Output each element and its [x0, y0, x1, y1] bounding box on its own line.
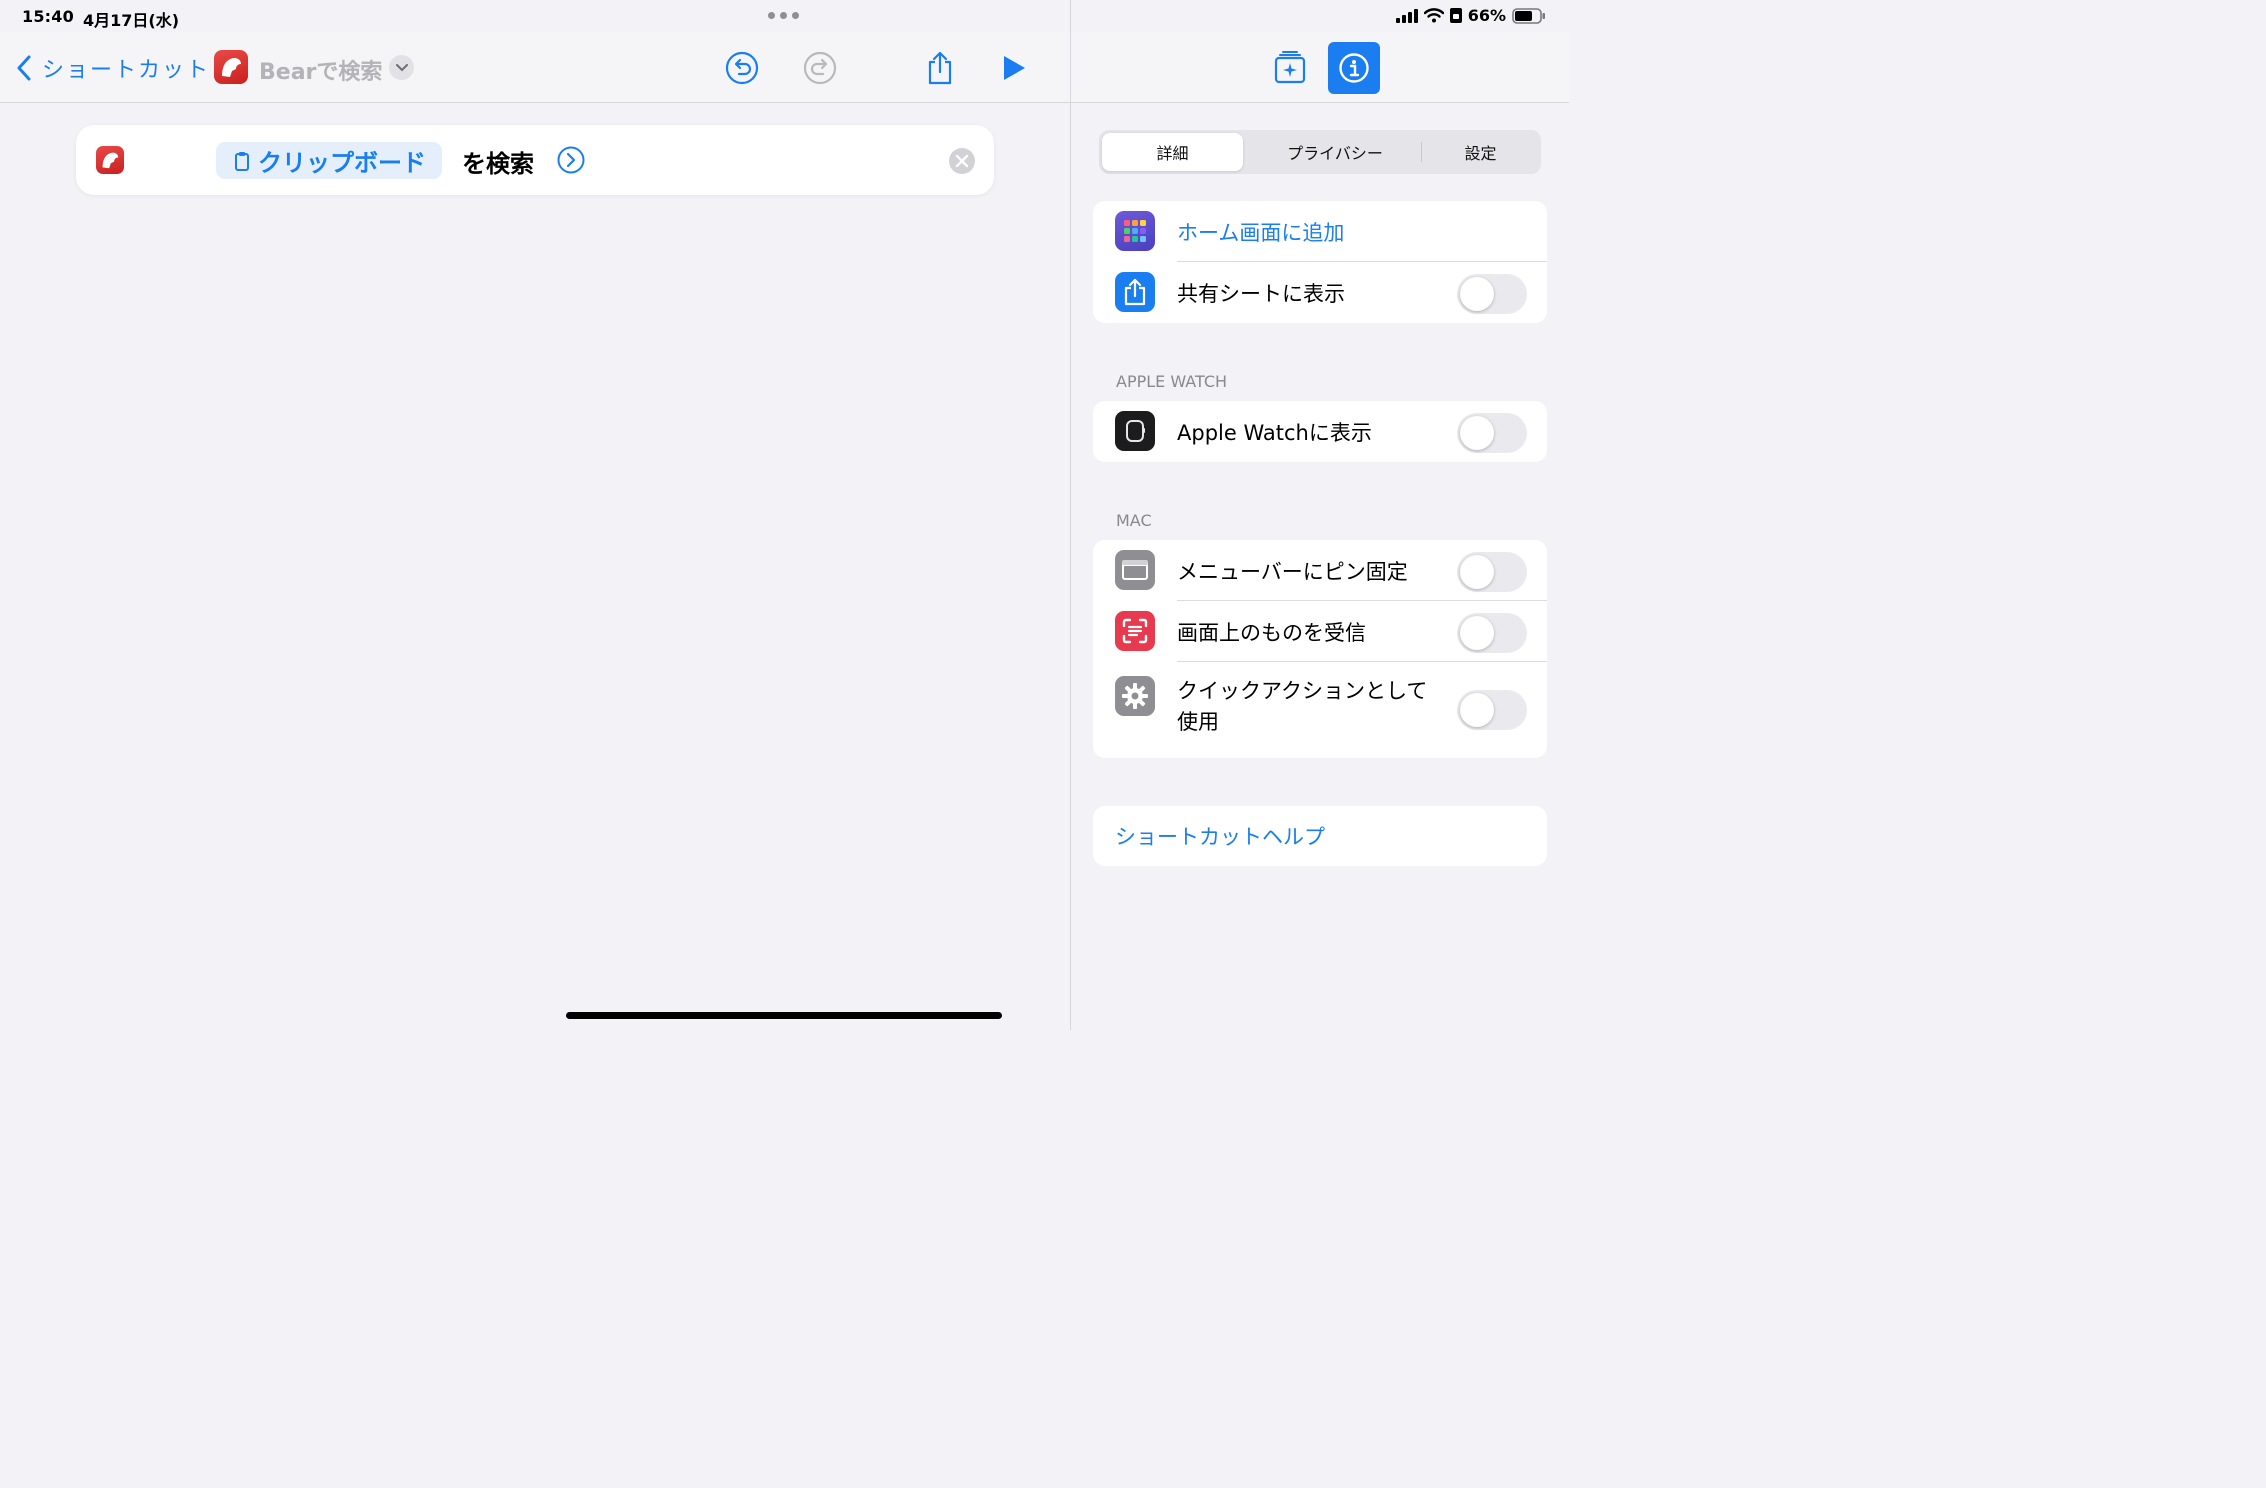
menubar-toggle[interactable] — [1457, 552, 1527, 592]
battery-icon — [1512, 7, 1545, 24]
tab-divider — [1421, 142, 1422, 162]
undo-icon — [725, 51, 759, 85]
receive-onscreen-row: 画面上のものを受信 — [1093, 601, 1547, 662]
undo-button[interactable] — [722, 48, 762, 88]
mac-card: メニューバーにピン固定 画面上のものを受信 クイックアクションとして 使用 — [1093, 540, 1547, 758]
share-button[interactable] — [920, 48, 960, 88]
tab-details[interactable]: 詳細 — [1102, 133, 1243, 171]
chevron-right-circle-icon — [557, 146, 585, 174]
status-indicators: 66% — [1395, 6, 1546, 25]
lock-orientation-icon — [1449, 8, 1462, 23]
add-action-button[interactable] — [1267, 44, 1313, 90]
apple-watch-row: Apple Watchに表示 — [1093, 401, 1547, 462]
menubar-label: メニューバーにピン固定 — [1177, 559, 1408, 584]
quick-action-label-line2: 使用 — [1177, 710, 1219, 734]
multitasking-dots[interactable] — [768, 12, 799, 19]
wifi-icon — [1423, 8, 1444, 23]
add-to-home-screen-row[interactable]: ホーム画面に追加 — [1093, 201, 1547, 262]
onscreen-label: 画面上のものを受信 — [1177, 620, 1366, 645]
onscreen-capture-icon — [1115, 611, 1155, 651]
action-text: を検索 — [462, 150, 534, 178]
run-button[interactable] — [994, 48, 1034, 88]
status-date: 4月17日(水) — [83, 11, 180, 30]
remove-action-button[interactable] — [948, 147, 976, 179]
info-button[interactable] — [1328, 42, 1380, 94]
cellular-signal-icon — [1395, 8, 1418, 23]
onscreen-toggle[interactable] — [1457, 613, 1527, 653]
apple-watch-toggle[interactable] — [1457, 413, 1527, 453]
home-indicator[interactable] — [566, 1012, 1002, 1019]
mac-section-header: MAC — [1116, 511, 1152, 530]
menubar-pin-row: メニューバーにピン固定 — [1093, 540, 1547, 601]
bear-app-icon[interactable] — [214, 50, 248, 84]
back-label: ショートカット — [42, 58, 211, 83]
redo-icon — [803, 51, 837, 85]
action-expand-button[interactable] — [557, 146, 585, 178]
share-sheet-toggle[interactable] — [1457, 274, 1527, 314]
chevron-left-icon — [17, 55, 31, 81]
play-icon — [1004, 56, 1025, 80]
shortcuts-help-link[interactable]: ショートカットヘルプ — [1115, 821, 1325, 851]
general-card: ホーム画面に追加 共有シートに表示 — [1093, 201, 1547, 323]
share-icon — [928, 51, 952, 85]
close-circle-icon — [949, 148, 975, 174]
home-screen-grid-icon — [1115, 211, 1155, 251]
apple-watch-section-header: APPLE WATCH — [1116, 372, 1228, 391]
apple-watch-label: Apple Watchに表示 — [1177, 420, 1372, 445]
search-bear-action[interactable]: クリップボード を検索 — [76, 125, 994, 195]
menubar-icon — [1115, 550, 1155, 590]
apple-watch-card: Apple Watchに表示 — [1093, 401, 1547, 462]
add-home-label: ホーム画面に追加 — [1177, 220, 1345, 245]
apple-watch-icon — [1115, 411, 1155, 451]
tab-privacy[interactable]: プライバシー — [1249, 133, 1421, 171]
help-card: ショートカットヘルプ — [1093, 806, 1547, 866]
bear-action-icon — [96, 146, 124, 174]
title-menu-button[interactable] — [389, 55, 414, 80]
inspector-pane: 66% 詳細 プライバシー 設定 ホーム画面に追加 共有シートに表示 APPLE… — [1070, 0, 1569, 1030]
status-time: 15:40 — [22, 7, 74, 26]
tab-settings[interactable]: 設定 — [1423, 133, 1538, 171]
sparkle-add-icon — [1274, 51, 1306, 84]
token-label: クリップボード — [258, 149, 426, 177]
back-button[interactable]: ショートカット — [16, 52, 210, 84]
quick-action-row: クイックアクションとして 使用 — [1093, 662, 1547, 758]
inspector-tabs: 詳細 プライバシー 設定 — [1099, 130, 1541, 174]
chevron-down-icon — [395, 63, 408, 71]
gear-icon — [1115, 676, 1155, 716]
redo-button[interactable] — [800, 48, 840, 88]
share-sheet-icon — [1115, 272, 1155, 312]
share-sheet-label: 共有シートに表示 — [1177, 281, 1345, 306]
inspector-toolbar — [1071, 32, 1569, 103]
battery-percent: 66% — [1467, 6, 1506, 25]
editor-pane: 15:40 4月17日(水) ショートカット Bearで検索 クリップボード を… — [0, 0, 1070, 1030]
info-icon — [1339, 53, 1369, 83]
share-sheet-row: 共有シートに表示 — [1093, 262, 1547, 323]
shortcuts-help-row[interactable]: ショートカットヘルプ — [1093, 806, 1547, 866]
quick-action-label-line1: クイックアクションとして — [1177, 679, 1428, 703]
clipboard-variable-token[interactable]: クリップボード — [216, 142, 442, 179]
quick-action-label: クイックアクションとして 使用 — [1177, 676, 1427, 738]
editor-toolbar: ショートカット Bearで検索 — [0, 32, 1070, 103]
shortcut-title[interactable]: Bearで検索 — [259, 54, 382, 86]
clipboard-icon — [235, 151, 249, 171]
quick-action-toggle[interactable] — [1457, 690, 1527, 730]
